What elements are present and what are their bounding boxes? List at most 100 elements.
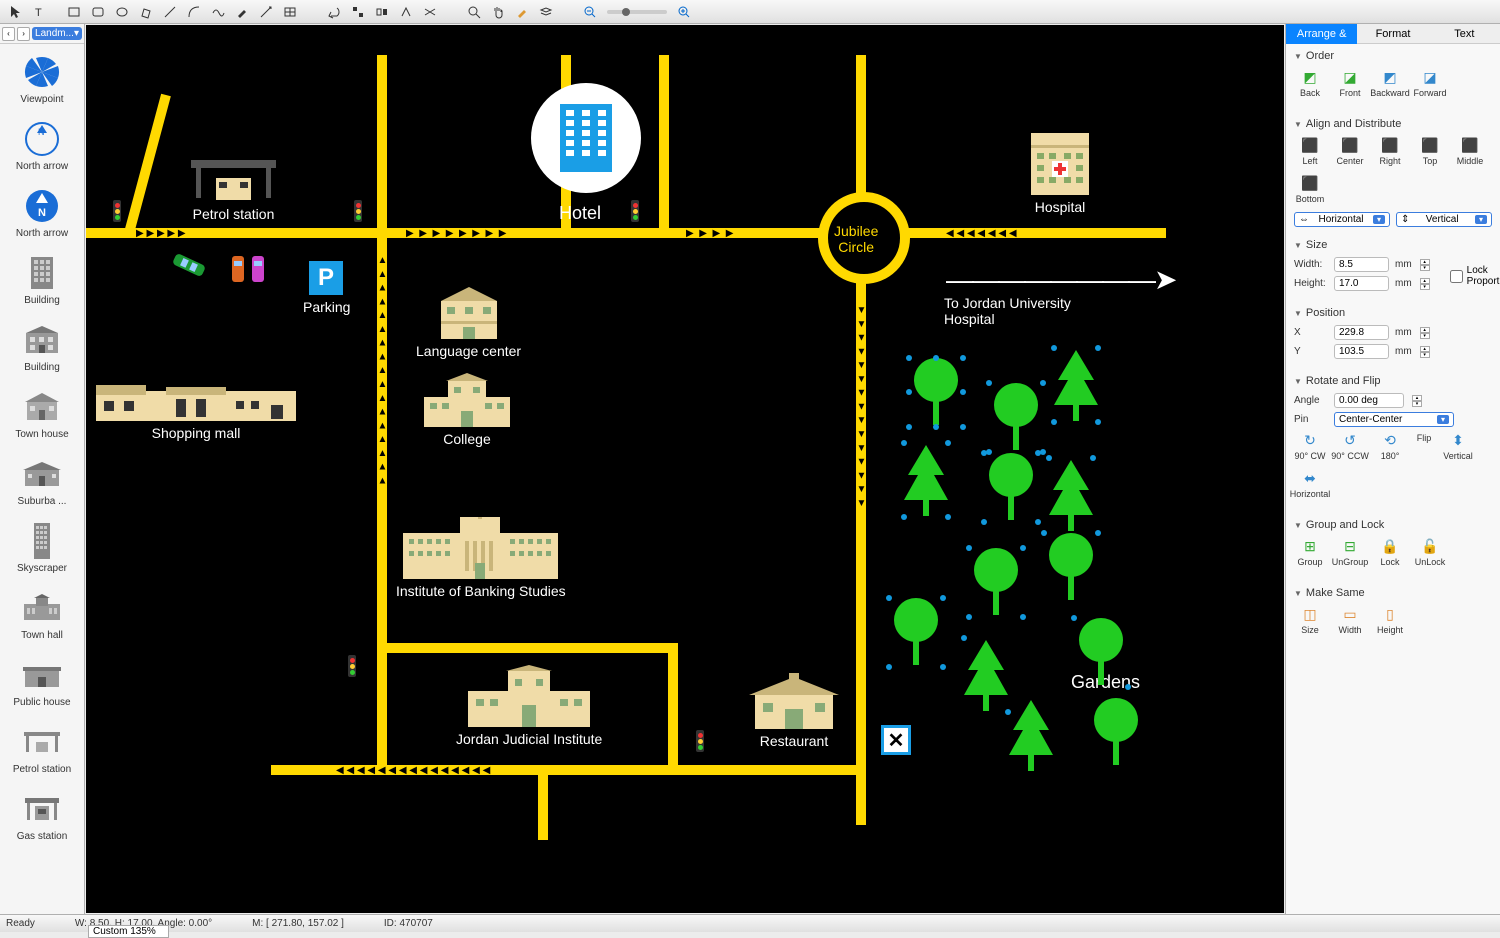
unlock-btn[interactable]: 🔓UnLock: [1414, 537, 1446, 567]
group-btn[interactable]: ⊞Group: [1294, 537, 1326, 567]
position-section[interactable]: Position: [1294, 307, 1492, 319]
rotate-90cw[interactable]: ↻90° CW: [1294, 431, 1326, 461]
arrow-to-jordan: ————————➤: [946, 263, 1175, 296]
zoom-tool[interactable]: [463, 3, 485, 21]
crop-tool[interactable]: [419, 3, 441, 21]
y-input[interactable]: [1334, 344, 1389, 359]
undo-tool[interactable]: [323, 3, 345, 21]
align-tool[interactable]: [347, 3, 369, 21]
polygon-tool[interactable]: [135, 3, 157, 21]
order-forward[interactable]: ◪Forward: [1414, 68, 1446, 98]
x-input[interactable]: [1334, 325, 1389, 340]
order-backward[interactable]: ◩Backward: [1374, 68, 1406, 98]
layers-tool[interactable]: [535, 3, 557, 21]
lib-north-arrow-1[interactable]: NNorth arrow: [0, 119, 84, 172]
flip-horiz[interactable]: ⬌Horizontal: [1294, 469, 1326, 499]
group-section[interactable]: Group and Lock: [1294, 519, 1492, 531]
rotate-section[interactable]: Rotate and Flip: [1294, 375, 1492, 387]
hotel-label: Hotel: [559, 203, 601, 224]
rotate-tool[interactable]: [395, 3, 417, 21]
text-tool[interactable]: T: [29, 3, 51, 21]
format-tool[interactable]: [511, 3, 533, 21]
pine-tree: [961, 635, 1011, 715]
lib-building-1[interactable]: Building: [0, 253, 84, 306]
same-size[interactable]: ◫Size: [1294, 605, 1326, 635]
flip-vert[interactable]: ⬍Vertical: [1442, 431, 1474, 461]
same-width[interactable]: ▭Width: [1334, 605, 1366, 635]
canvas[interactable]: ▶ ▶ ▶ ▶ ▶ ▶ ▶ ▶ ▶ ▶ ▶ ▶ ▶ ▶ ▶ ▶ ▶ ◀ ◀ ◀ …: [86, 25, 1284, 913]
zoom-dropdown[interactable]: Custom 135%: [88, 925, 169, 938]
line-tool[interactable]: [159, 3, 181, 21]
status-bar: Ready W: 8.50, H: 17.00, Angle: 0.00° M:…: [0, 914, 1500, 932]
pine-tree: [1006, 695, 1056, 775]
align-left[interactable]: ⬛Left: [1294, 136, 1326, 166]
width-input[interactable]: [1334, 257, 1389, 272]
tree: [1071, 615, 1131, 690]
pine-tree: [1051, 345, 1101, 425]
arc-tool[interactable]: [183, 3, 205, 21]
align-center[interactable]: ⬛Center: [1334, 136, 1366, 166]
lib-publichouse[interactable]: Public house: [0, 655, 84, 708]
order-back[interactable]: ◩Back: [1294, 68, 1326, 98]
traffic-light: [354, 200, 362, 222]
order-section[interactable]: Order: [1294, 50, 1492, 62]
banking-institute: Institute of Banking Studies: [396, 517, 566, 599]
rect-tool[interactable]: [63, 3, 85, 21]
select-tool[interactable]: [5, 3, 27, 21]
tab-format[interactable]: Format: [1357, 24, 1428, 44]
lib-fwd[interactable]: ›: [17, 27, 30, 41]
flip-tool[interactable]: [371, 3, 393, 21]
pin-select[interactable]: Center-Center▾: [1334, 412, 1454, 427]
distribute-horiz[interactable]: ⇔Horizontal▾: [1294, 212, 1390, 227]
lib-suburban[interactable]: Suburba ...: [0, 454, 84, 507]
library-panel: ‹ › Landm...▾ Viewpoint NNorth arrow NNo…: [0, 24, 85, 914]
lock-btn[interactable]: 🔒Lock: [1374, 537, 1406, 567]
library-dropdown[interactable]: Landm...▾: [32, 27, 82, 40]
ellipse-tool[interactable]: [111, 3, 133, 21]
rrect-tool[interactable]: [87, 3, 109, 21]
lib-petrol[interactable]: Petrol station: [0, 722, 84, 775]
freehand-tool[interactable]: [231, 3, 253, 21]
lib-gas[interactable]: Gas station: [0, 789, 84, 842]
height-input[interactable]: [1334, 276, 1389, 291]
lib-back[interactable]: ‹: [2, 27, 15, 41]
table-tool[interactable]: [279, 3, 301, 21]
library-list[interactable]: Viewpoint NNorth arrow NNorth arrow Buil…: [0, 44, 84, 914]
canvas-area: ▶ ▶ ▶ ▶ ▶ ▶ ▶ ▶ ▶ ▶ ▶ ▶ ▶ ▶ ▶ ▶ ▶ ◀ ◀ ◀ …: [85, 24, 1285, 914]
lib-building-2[interactable]: Building: [0, 320, 84, 373]
align-middle[interactable]: ⬛Middle: [1454, 136, 1486, 166]
lock-proportions[interactable]: Lock Proportions: [1450, 257, 1500, 295]
rotate-90ccw[interactable]: ↺90° CCW: [1334, 431, 1366, 461]
align-top[interactable]: ⬛Top: [1414, 136, 1446, 166]
lib-townhall[interactable]: Town hall: [0, 588, 84, 641]
tab-text[interactable]: Text: [1429, 24, 1500, 44]
hospital: Hospital: [1031, 133, 1089, 215]
zoom-in[interactable]: [673, 3, 695, 21]
order-front[interactable]: ◪Front: [1334, 68, 1366, 98]
size-section[interactable]: Size: [1294, 239, 1492, 251]
angle-input[interactable]: [1334, 393, 1404, 408]
lib-skyscraper[interactable]: Skyscraper: [0, 521, 84, 574]
connector-tool[interactable]: [255, 3, 277, 21]
zoom-out[interactable]: [579, 3, 601, 21]
distribute-vert[interactable]: ⇕Vertical▾: [1396, 212, 1492, 227]
status-m: M: [ 271.80, 157.02 ]: [252, 918, 344, 929]
pine-tree: [901, 440, 951, 520]
align-section[interactable]: Align and Distribute: [1294, 118, 1492, 130]
makesame-section[interactable]: Make Same: [1294, 587, 1492, 599]
tree: [981, 450, 1041, 525]
library-nav: ‹ › Landm...▾: [0, 24, 84, 44]
same-height[interactable]: ▯Height: [1374, 605, 1406, 635]
tab-arrange[interactable]: Arrange & Size: [1286, 24, 1357, 44]
align-bottom[interactable]: ⬛Bottom: [1294, 174, 1326, 204]
zoom-slider[interactable]: [607, 10, 667, 14]
pan-tool[interactable]: [487, 3, 509, 21]
lib-townhouse[interactable]: Town house: [0, 387, 84, 440]
traffic-light: [113, 200, 121, 222]
rotate-180[interactable]: ⟲180°: [1374, 431, 1406, 461]
lib-north-arrow-2[interactable]: NNorth arrow: [0, 186, 84, 239]
ungroup-btn[interactable]: ⊟UnGroup: [1334, 537, 1366, 567]
lib-viewpoint[interactable]: Viewpoint: [0, 52, 84, 105]
align-right[interactable]: ⬛Right: [1374, 136, 1406, 166]
curve-tool[interactable]: [207, 3, 229, 21]
